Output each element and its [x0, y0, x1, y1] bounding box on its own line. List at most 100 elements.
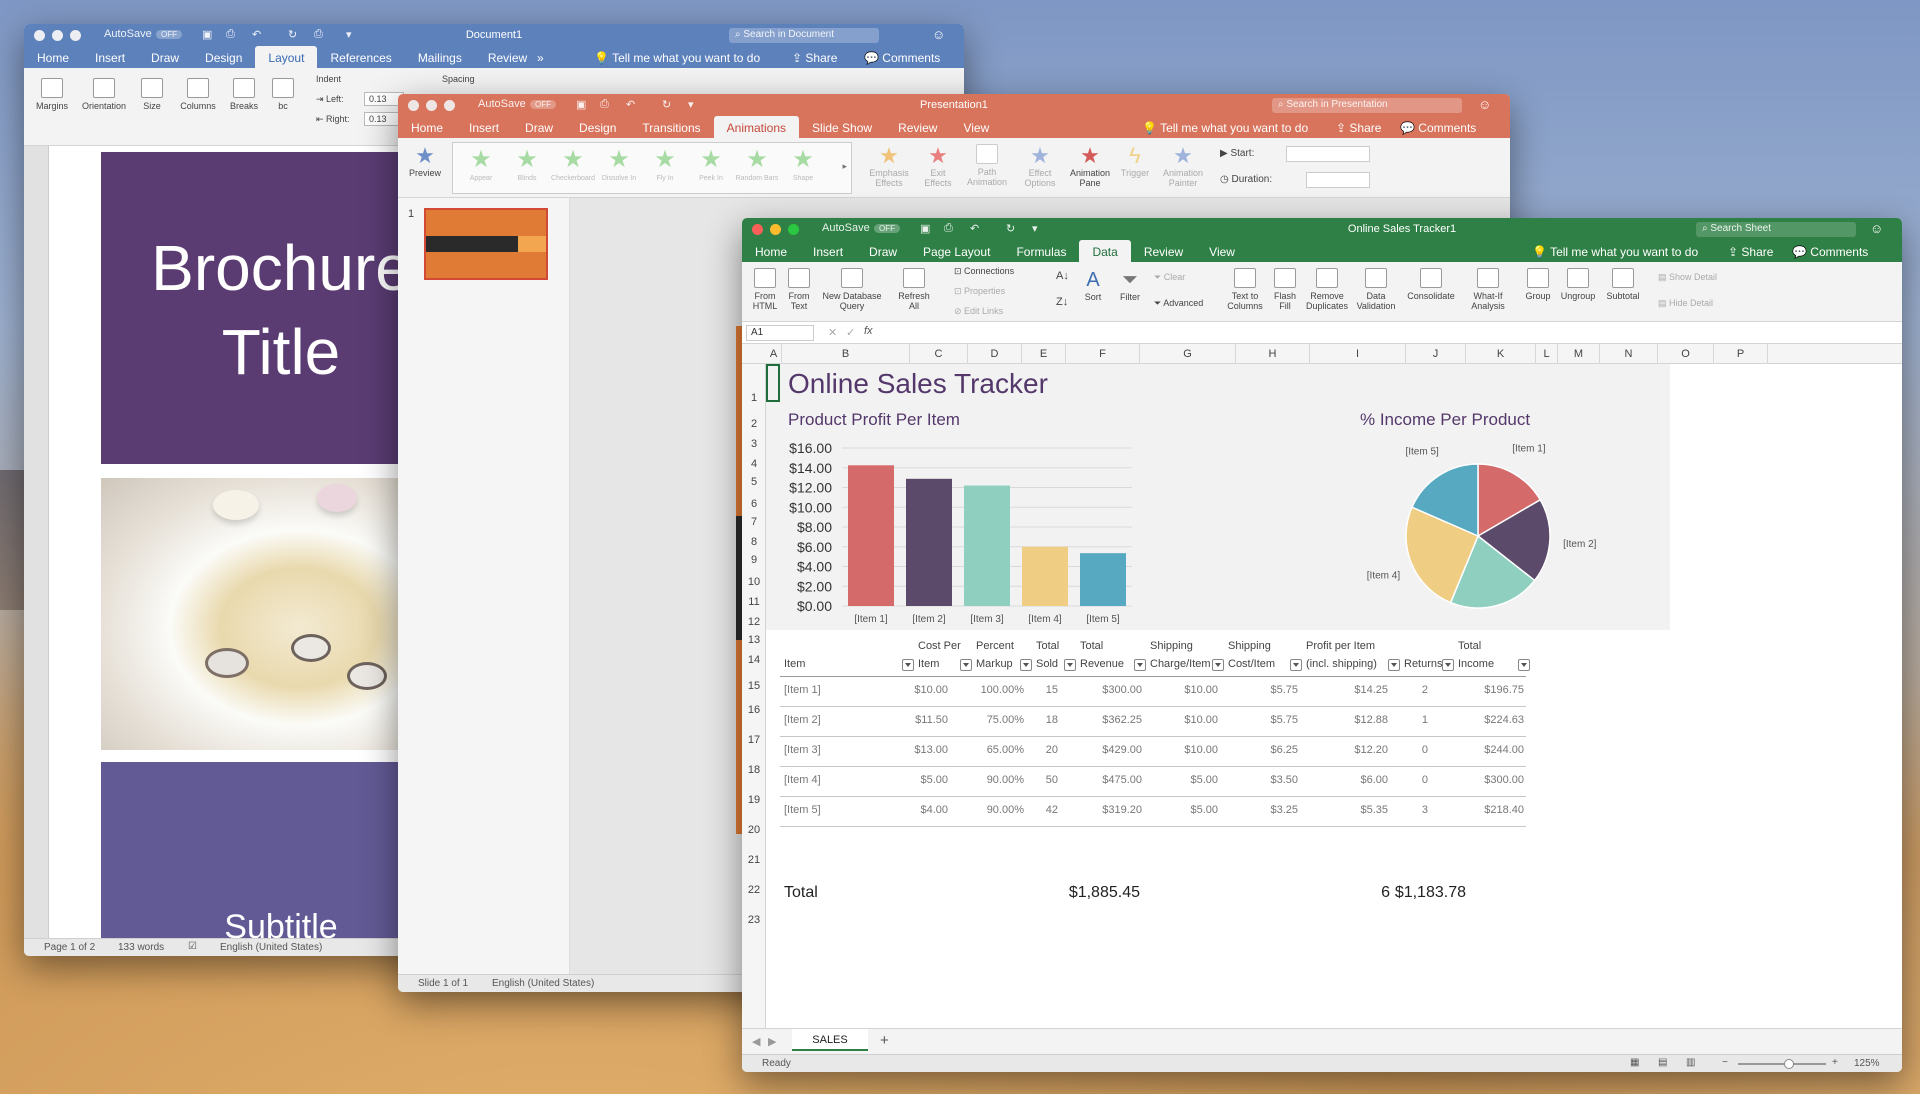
column-header[interactable]: K: [1466, 344, 1536, 364]
orientation-button[interactable]: Orientation: [76, 78, 132, 111]
columns-button[interactable]: Columns: [174, 78, 222, 111]
cell-sold[interactable]: 50: [1026, 774, 1058, 786]
column-header[interactable]: F: [1066, 344, 1140, 364]
slide-thumbnail[interactable]: [424, 208, 548, 280]
bar[interactable]: [964, 485, 1010, 606]
bar[interactable]: [1022, 546, 1068, 606]
column-header[interactable]: D: [968, 344, 1022, 364]
cell-profit[interactable]: $6.00: [1302, 774, 1388, 786]
row-header[interactable]: 23: [742, 914, 766, 926]
cell-cost[interactable]: $5.00: [886, 774, 948, 786]
column-header[interactable]: E: [1022, 344, 1066, 364]
row-header[interactable]: 8: [742, 536, 766, 548]
effect-random-bars[interactable]: ★ Random Bars: [735, 145, 779, 182]
effect-options-button[interactable]: ★ Effect Options: [1018, 144, 1062, 189]
tab-transitions[interactable]: Transitions: [629, 116, 713, 138]
cell-ship-cost[interactable]: $3.50: [1222, 774, 1298, 786]
effect-appear[interactable]: ★ Appear: [459, 145, 503, 182]
text-to-columns-button[interactable]: Text to Columns: [1222, 268, 1268, 311]
animation-pane-button[interactable]: ★ Animation Pane: [1066, 144, 1114, 189]
row-header[interactable]: 15: [742, 680, 766, 692]
cell-profit[interactable]: $12.20: [1302, 744, 1388, 756]
row-header[interactable]: 17: [742, 734, 766, 746]
hide-detail-button[interactable]: ▤ Hide Detail: [1658, 298, 1713, 309]
zoom-thumb[interactable]: [1784, 1059, 1794, 1069]
next-sheet-icon[interactable]: ▶: [768, 1035, 776, 1048]
cell-markup[interactable]: 65.00%: [954, 744, 1024, 756]
autosave-toggle[interactable]: OFF: [874, 224, 900, 233]
from-text-button[interactable]: From Text: [784, 268, 814, 311]
column-header[interactable]: M: [1558, 344, 1600, 364]
normal-view-icon[interactable]: ▦: [1630, 1057, 1639, 1068]
add-sheet-button[interactable]: +: [880, 1032, 889, 1049]
cell-cost[interactable]: $4.00: [886, 804, 948, 816]
column-header[interactable]: I: [1310, 344, 1406, 364]
tab-insert[interactable]: Insert: [456, 116, 512, 138]
row-header[interactable]: 22: [742, 884, 766, 896]
enter-icon[interactable]: ✓: [846, 326, 855, 339]
share-button[interactable]: ⇪ Share: [792, 51, 837, 65]
row-header[interactable]: 21: [742, 854, 766, 866]
bar[interactable]: [1080, 553, 1126, 606]
show-detail-button[interactable]: ▤ Show Detail: [1658, 272, 1717, 283]
cell-sold[interactable]: 20: [1026, 744, 1058, 756]
cell-income[interactable]: $300.00: [1432, 774, 1524, 786]
filter-dropdown-icon[interactable]: [1442, 659, 1454, 671]
gallery-scroll-icon[interactable]: ▸: [842, 161, 847, 172]
cell-returns[interactable]: 1: [1390, 714, 1428, 726]
cell-returns[interactable]: 2: [1390, 684, 1428, 696]
feedback-smiley-icon[interactable]: ☺: [1870, 221, 1883, 236]
feedback-smiley-icon[interactable]: ☺: [932, 27, 945, 42]
tab-slide-show[interactable]: Slide Show: [799, 116, 885, 138]
zoom-in-icon[interactable]: +: [1832, 1057, 1838, 1068]
cell-ship-cost[interactable]: $3.25: [1222, 804, 1298, 816]
connections-button[interactable]: ⊡ Connections: [954, 266, 1014, 277]
close-button[interactable]: [752, 224, 763, 235]
emphasis-effects-button[interactable]: ★ Emphasis Effects: [864, 144, 914, 189]
column-header[interactable]: N: [1600, 344, 1658, 364]
cell-item[interactable]: [Item 2]: [784, 714, 874, 726]
cell-ship-charge[interactable]: $10.00: [1146, 684, 1218, 696]
search-input[interactable]: ⌕ Search Sheet: [1696, 222, 1856, 237]
new-database-query-button[interactable]: New Database Query: [816, 268, 888, 311]
bar[interactable]: [906, 478, 952, 606]
tell-me-input[interactable]: 💡 Tell me what you want to do: [594, 51, 760, 65]
advanced-filter-button[interactable]: ⏷ Advanced: [1154, 298, 1203, 309]
column-header[interactable]: H: [1236, 344, 1310, 364]
cell-income[interactable]: $218.40: [1432, 804, 1524, 816]
pie-chart[interactable]: [Item 1][Item 2][Item 3][Item 4][Item 5]: [1348, 440, 1608, 630]
preview-button[interactable]: ★ Preview: [404, 144, 446, 179]
zoom-out-icon[interactable]: −: [1722, 1057, 1728, 1068]
effect-peek-in[interactable]: ★ Peek In: [689, 145, 733, 182]
effect-fly-in[interactable]: ★ Fly In: [643, 145, 687, 182]
sheet-tab-sales[interactable]: SALES: [792, 1029, 868, 1051]
prev-sheet-icon[interactable]: ◀: [752, 1035, 760, 1048]
row-header[interactable]: 16: [742, 704, 766, 716]
row-header[interactable]: 18: [742, 764, 766, 776]
cell-ship-charge[interactable]: $10.00: [1146, 714, 1218, 726]
edit-links-button[interactable]: ⊘ Edit Links: [954, 306, 1003, 317]
tab-insert[interactable]: Insert: [82, 46, 138, 68]
column-header[interactable]: A: [766, 344, 782, 364]
share-button[interactable]: ⇪ Share: [1728, 245, 1773, 259]
row-header[interactable]: 3: [742, 438, 766, 450]
comments-button[interactable]: 💬 Comments: [1792, 245, 1868, 259]
filter-dropdown-icon[interactable]: [1020, 659, 1032, 671]
cell-cost[interactable]: $10.00: [886, 684, 948, 696]
path-animation-button[interactable]: Path Animation: [962, 144, 1012, 187]
consolidate-button[interactable]: Consolidate: [1402, 268, 1460, 301]
sort-az-icon[interactable]: A↓: [1056, 270, 1069, 282]
comments-button[interactable]: 💬 Comments: [864, 51, 940, 65]
column-header[interactable]: C: [910, 344, 968, 364]
cell-revenue[interactable]: $300.00: [1062, 684, 1142, 696]
exit-effects-button[interactable]: ★ Exit Effects: [918, 144, 958, 189]
from-html-button[interactable]: From HTML: [748, 268, 782, 311]
filter-dropdown-icon[interactable]: [902, 659, 914, 671]
filter-dropdown-icon[interactable]: [960, 659, 972, 671]
properties-button[interactable]: ⊡ Properties: [954, 286, 1005, 297]
column-header[interactable]: O: [1658, 344, 1714, 364]
row-header[interactable]: 2: [742, 418, 766, 430]
filter-dropdown-icon[interactable]: [1134, 659, 1146, 671]
more-tabs-icon[interactable]: »: [524, 46, 557, 68]
cell-ship-charge[interactable]: $10.00: [1146, 744, 1218, 756]
